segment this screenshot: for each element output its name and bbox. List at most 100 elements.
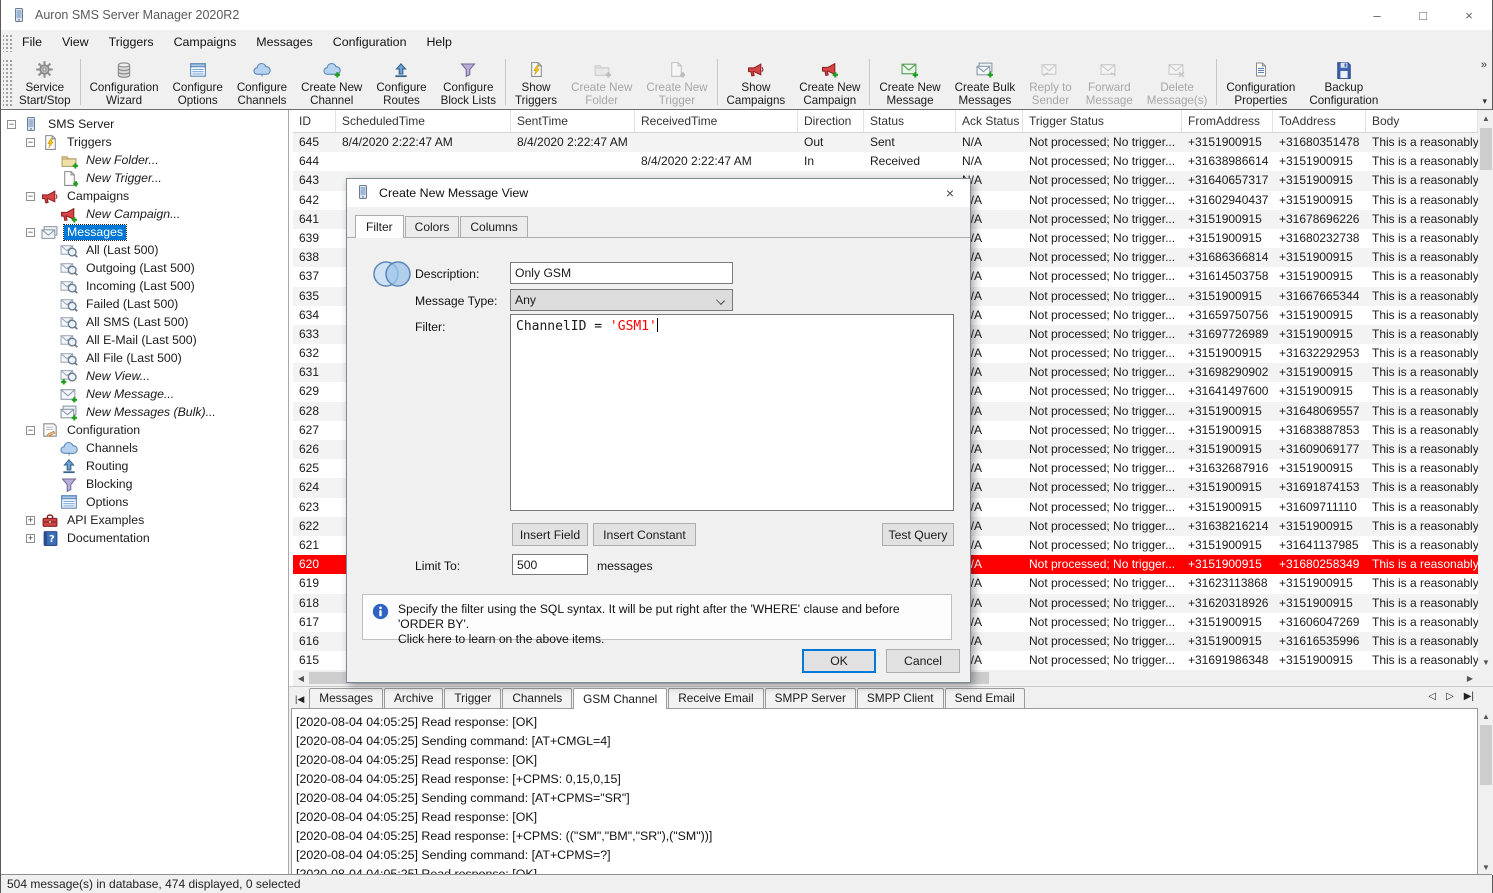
log-vscroll-thumb[interactable]	[1480, 725, 1492, 785]
menu-grip[interactable]	[3, 33, 12, 52]
test-query-button[interactable]: Test Query	[882, 523, 954, 546]
tree-item-new-campaign[interactable]: New Campaign...	[1, 205, 288, 223]
tree-item-new-messages-bulk[interactable]: New Messages (Bulk)...	[1, 403, 288, 421]
tree-item-outgoing-last-500[interactable]: Outgoing (Last 500)	[1, 259, 288, 277]
tab-first-icon[interactable]: |◀	[289, 694, 309, 708]
tree-item-messages[interactable]: −Messages	[1, 223, 288, 241]
insert-constant-button[interactable]: Insert Constant	[593, 523, 696, 546]
scroll-down-icon[interactable]: ▼	[1478, 859, 1493, 875]
toolbar-configure-options[interactable]: Configure Options	[166, 55, 230, 109]
toolbar-create-new-campaign[interactable]: Create New Campaign	[792, 55, 867, 109]
toolbar-create-bulk-messages[interactable]: Create Bulk Messages	[948, 55, 1023, 109]
column-header-id[interactable]: ID	[293, 110, 336, 132]
log-vscrollbar[interactable]: ▲ ▼	[1478, 708, 1493, 875]
tree-item-campaigns[interactable]: −Campaigns	[1, 187, 288, 205]
tree-item-all-last-500[interactable]: All (Last 500)	[1, 241, 288, 259]
tree-item-sms-server[interactable]: −SMS Server	[1, 115, 288, 133]
toolbar-configuration-properties[interactable]: Configuration Properties	[1219, 55, 1302, 109]
channel-tab-receive-email[interactable]: Receive Email	[668, 688, 763, 708]
column-header-scheduledtime[interactable]: ScheduledTime	[336, 110, 511, 132]
toolbar-create-new-folder[interactable]: Create New Folder	[564, 55, 639, 109]
menu-messages[interactable]: Messages	[246, 30, 322, 55]
channel-tab-smpp-client[interactable]: SMPP Client	[857, 688, 944, 708]
hint-line-2[interactable]: Click here to learn on the above items.	[398, 632, 604, 646]
menu-file[interactable]: File	[12, 30, 52, 55]
tree-item-new-message[interactable]: New Message...	[1, 385, 288, 403]
column-header-fromaddress[interactable]: FromAddress	[1182, 110, 1273, 132]
tree-item-documentation[interactable]: +?Documentation	[1, 529, 288, 547]
table-row[interactable]: 6448/4/2020 2:22:47 AMInReceivedN/ANot p…	[293, 152, 1478, 171]
toolbar-configure-routes[interactable]: Configure Routes	[369, 55, 433, 109]
tree-item-all-file-last-500[interactable]: All File (Last 500)	[1, 349, 288, 367]
tree-item-options[interactable]: Options	[1, 493, 288, 511]
menu-view[interactable]: View	[52, 30, 99, 55]
table-vscrollbar[interactable]: ▲ ▼	[1478, 110, 1493, 670]
column-header-ack-status[interactable]: Ack Status	[956, 110, 1023, 132]
close-icon[interactable]: ×	[930, 179, 970, 207]
tree-expander-icon[interactable]: −	[26, 138, 35, 147]
tree-item-channels[interactable]: Channels	[1, 439, 288, 457]
minimize-icon[interactable]: –	[1354, 0, 1400, 30]
message-type-select[interactable]: Any	[510, 289, 733, 311]
menu-configuration[interactable]: Configuration	[323, 30, 417, 55]
toolbar-grip[interactable]	[3, 58, 12, 106]
tab-next-icon[interactable]: ▷	[1446, 691, 1454, 702]
toolbar-configure-block-lists[interactable]: Configure Block Lists	[434, 55, 503, 109]
toolbar-show-triggers[interactable]: Show Triggers	[508, 55, 564, 109]
tree-item-new-view[interactable]: New View...	[1, 367, 288, 385]
tree-item-blocking[interactable]: Blocking	[1, 475, 288, 493]
tree-item-new-trigger[interactable]: New Trigger...	[1, 169, 288, 187]
column-header-direction[interactable]: Direction	[798, 110, 864, 132]
tree-item-incoming-last-500[interactable]: Incoming (Last 500)	[1, 277, 288, 295]
dialog-title-bar[interactable]: Create New Message View ×	[347, 179, 970, 207]
menu-triggers[interactable]: Triggers	[99, 30, 164, 55]
scroll-down-icon[interactable]: ▼	[1478, 654, 1493, 670]
insert-field-button[interactable]: Insert Field	[512, 523, 588, 546]
tree-expander-icon[interactable]: +	[26, 516, 35, 525]
dialog-tab-filter[interactable]: Filter	[355, 215, 404, 238]
description-input[interactable]: Only GSM	[510, 262, 733, 284]
tree-expander-icon[interactable]: −	[26, 192, 35, 201]
menu-help[interactable]: Help	[416, 30, 461, 55]
channel-tab-send-email[interactable]: Send Email	[945, 688, 1025, 708]
cancel-button[interactable]: Cancel	[886, 649, 960, 673]
toolbar-overflow-more-icon[interactable]: »	[1481, 59, 1487, 71]
scroll-left-icon[interactable]: ◀	[293, 670, 309, 686]
toolbar-service-start-stop[interactable]: Service Start/Stop	[12, 55, 78, 109]
toolbar-overflow-down-icon[interactable]: ▾	[1482, 96, 1487, 107]
toolbar-configuration-wizard[interactable]: Configuration Wizard	[83, 55, 166, 109]
tree-item-failed-last-500[interactable]: Failed (Last 500)	[1, 295, 288, 313]
column-header-body[interactable]: Body	[1366, 110, 1478, 132]
tree-item-api-examples[interactable]: +API Examples	[1, 511, 288, 529]
tab-last-icon[interactable]: ▶|	[1464, 691, 1474, 702]
maximize-icon[interactable]: □	[1400, 0, 1446, 30]
dialog-tab-colors[interactable]: Colors	[405, 216, 460, 237]
channel-tab-trigger[interactable]: Trigger	[444, 688, 501, 708]
toolbar-backup-configuration[interactable]: Backup Configuration	[1302, 55, 1385, 109]
toolbar-create-new-message[interactable]: Create New Message	[872, 55, 947, 109]
channel-tab-messages[interactable]: Messages	[309, 688, 383, 708]
tree-item-all-sms-last-500[interactable]: All SMS (Last 500)	[1, 313, 288, 331]
tree-item-all-e-mail-last-500[interactable]: All E-Mail (Last 500)	[1, 331, 288, 349]
column-header-receivedtime[interactable]: ReceivedTime	[635, 110, 798, 132]
limit-input[interactable]: 500	[512, 554, 588, 575]
column-header-status[interactable]: Status	[864, 110, 956, 132]
toolbar-show-campaigns[interactable]: Show Campaigns	[720, 55, 793, 109]
toolbar-delete-message-s[interactable]: Delete Message(s)	[1140, 55, 1215, 109]
tree-item-configuration[interactable]: −Configuration	[1, 421, 288, 439]
tree-expander-icon[interactable]: −	[26, 426, 35, 435]
table-vscroll-thumb[interactable]	[1480, 128, 1492, 170]
channel-tab-channels[interactable]: Channels	[502, 688, 572, 708]
toolbar-reply-to-sender[interactable]: Reply to Sender	[1022, 55, 1079, 109]
table-row[interactable]: 6458/4/2020 2:22:47 AM8/4/2020 2:22:47 A…	[293, 133, 1478, 152]
ok-button[interactable]: OK	[802, 649, 876, 673]
tree-item-routing[interactable]: Routing	[1, 457, 288, 475]
toolbar-create-new-trigger[interactable]: Create New Trigger	[639, 55, 714, 109]
dialog-tab-columns[interactable]: Columns	[460, 216, 527, 237]
column-header-trigger-status[interactable]: Trigger Status	[1023, 110, 1182, 132]
column-header-toaddress[interactable]: ToAddress	[1273, 110, 1366, 132]
tree-expander-icon[interactable]: −	[7, 120, 16, 129]
close-icon[interactable]: ×	[1446, 0, 1492, 30]
tab-prev-icon[interactable]: ◁	[1428, 691, 1436, 702]
filter-textarea[interactable]: ChannelID = 'GSM1'	[510, 314, 954, 511]
